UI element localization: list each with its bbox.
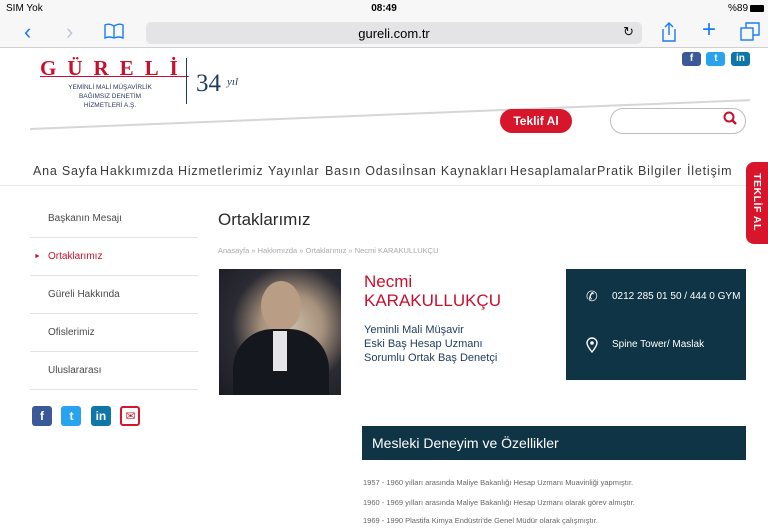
partner-titles: Yeminli Mali Müşavir Eski Baş Hesap Uzma…	[364, 324, 498, 364]
nav-item-services[interactable]: Hizmetlerimiz	[178, 164, 263, 178]
linkedin-icon[interactable]: in	[90, 406, 111, 426]
brand-subtitle: YEMİNLİ MALİ MÜŞAVİRLİK BAĞIMSIZ DENETİM…	[68, 84, 152, 109]
bookmarks-icon[interactable]	[104, 23, 124, 45]
sidebar-social-links: f t in ✉	[32, 406, 145, 426]
page-title: Ortaklarımız	[218, 210, 311, 229]
sub-menu-item-about-gureli[interactable]: Güreli Hakkında	[30, 276, 198, 314]
share-icon[interactable]	[662, 22, 676, 46]
contact-box: ✆ 0212 285 01 50 / 444 0 GYM Spine Tower…	[566, 269, 746, 380]
years-badge: 34	[196, 70, 221, 97]
reload-icon[interactable]: ↻	[623, 24, 634, 40]
experience-item: 1957 - 1960 yılları arasında Maliye Baka…	[363, 478, 634, 487]
back-icon[interactable]: ‹	[24, 21, 31, 43]
search-icon[interactable]	[723, 111, 737, 132]
new-tab-icon[interactable]: +	[702, 18, 716, 42]
nav-item-home[interactable]: Ana Sayfa	[33, 164, 98, 178]
status-bar: SIM Yok 08:49 %89	[0, 0, 768, 18]
browser-toolbar: ‹ › gureli.com.tr ↻ +	[0, 18, 768, 48]
brand-name: GÜRELİ	[40, 56, 189, 80]
side-offer-label: TEKLİF AL	[751, 173, 763, 231]
experience-item: 1960 - 1969 yılları arasında Maliye Baka…	[363, 498, 635, 507]
sub-menu: Başkanın Mesajı ► Ortaklarımız Güreli Hak…	[30, 200, 198, 390]
nav-item-practical-info[interactable]: Pratik Bilgiler	[597, 164, 682, 178]
nav-item-press[interactable]: Basın Odası	[325, 164, 403, 178]
header-social-links: f t in	[682, 48, 751, 68]
active-bullet-icon: ►	[34, 253, 41, 260]
offer-button[interactable]: Teklif Al	[500, 109, 572, 133]
battery-label: %89	[727, 3, 748, 14]
linkedin-icon[interactable]: in	[730, 52, 750, 66]
twitter-icon[interactable]: t	[61, 406, 82, 426]
side-offer-tab[interactable]: TEKLİF AL	[746, 162, 768, 244]
nav-item-hr[interactable]: İnsan Kaynakları	[402, 164, 508, 178]
phone-icon: ✆	[586, 288, 598, 304]
clock: 08:49	[371, 3, 397, 14]
years-suffix: yıl	[227, 76, 238, 88]
address-bar[interactable]: gureli.com.tr ↻	[146, 22, 642, 44]
partner-name: Necmi KARAKULLUKÇU	[364, 272, 501, 310]
twitter-icon[interactable]: t	[706, 52, 726, 66]
nav-item-publications[interactable]: Yayınlar	[268, 164, 319, 178]
nav-item-calculations[interactable]: Hesaplamalar	[510, 164, 597, 178]
nav-item-contact[interactable]: İletişim	[687, 164, 732, 178]
forward-icon[interactable]: ›	[66, 21, 73, 43]
sub-menu-item-offices[interactable]: Ofislerimiz	[30, 314, 198, 352]
section-header-experience: Mesleki Deneyim ve Özellikler	[362, 426, 746, 460]
facebook-icon[interactable]: f	[32, 406, 52, 426]
brand-logo[interactable]: GÜRELİ YEMİNLİ MALİ MÜŞAVİRLİK BAĞIMSIZ …	[40, 56, 180, 110]
main-nav: Ana Sayfa Hakkımızda Hizmetlerimiz Yayın…	[0, 152, 768, 186]
sub-menu-item-international[interactable]: Uluslararası	[30, 352, 198, 390]
tabs-icon[interactable]	[740, 22, 760, 46]
facebook-icon[interactable]: f	[682, 52, 701, 66]
location-pin-icon	[586, 337, 598, 356]
url-text: gureli.com.tr	[358, 26, 430, 41]
brand-divider	[186, 58, 187, 104]
partner-photo	[219, 269, 341, 395]
search-input[interactable]	[610, 108, 746, 134]
experience-item: 1969 - 1990 Plastifa Kimya Endüstri'de G…	[363, 516, 598, 525]
sub-menu-item-president[interactable]: Başkanın Mesajı	[30, 200, 198, 238]
mail-icon[interactable]: ✉	[120, 406, 141, 426]
site-header: GÜRELİ YEMİNLİ MALİ MÜŞAVİRLİK BAĞIMSIZ …	[0, 48, 768, 152]
sub-menu-item-partners[interactable]: ► Ortaklarımız	[30, 238, 198, 276]
breadcrumb[interactable]: Anasayfa » Hakkımızda » Ortaklarımız » N…	[218, 246, 439, 255]
battery-icon	[750, 5, 764, 12]
nav-item-about[interactable]: Hakkımızda	[100, 164, 174, 178]
